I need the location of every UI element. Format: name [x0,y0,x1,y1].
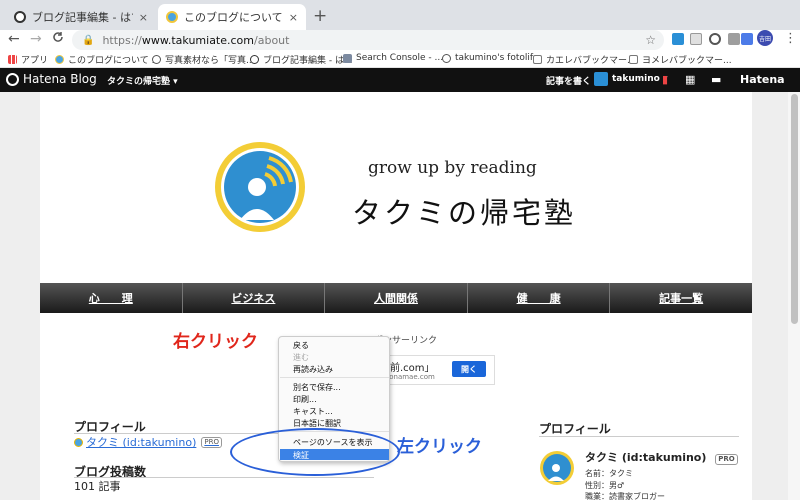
hatena-favicon-icon [250,55,259,64]
reload-icon [53,32,63,42]
nav-item-articles[interactable]: 記事一覧 [610,283,752,313]
tab-about[interactable]: このブログについて - タクミの帰宅塾 × [158,4,306,30]
extension-info-icon[interactable] [709,33,721,45]
menu-item-reload[interactable]: 再読み込み [293,364,333,375]
reload-button[interactable] [52,31,64,47]
hatena-logo-icon [6,72,19,86]
extension-hatena-icon[interactable] [690,33,702,45]
tab-strip: ブログ記事編集 - はてなブログ × このブログについて - タクミの帰宅塾 ×… [0,0,800,30]
extension-translate-icon[interactable] [741,33,753,45]
profile-line: 性別：男♂ [585,481,625,490]
left-click-annotation: 左クリック [397,437,482,457]
bookmark-apps[interactable]: アプリ [8,53,48,66]
bookmark-star-icon[interactable]: ☆ [645,33,656,47]
profile-avatar[interactable]: 吉田 [757,30,773,46]
bookmark-fotolife[interactable]: takumino's fotolife [442,53,539,63]
menu-item-cast[interactable]: キャスト... [293,406,333,417]
user-icon [74,437,83,447]
profile-line: 職業：読書家ブロガー [585,492,665,501]
right-click-annotation: 右クリック [173,332,258,352]
ad-open-button[interactable]: 開く [452,361,486,377]
menu-item-save-as[interactable]: 別名で保存... [293,382,341,393]
tab-title: ブログ記事編集 - はてなブログ [32,11,133,24]
global-nav: 心 理 ビジネス 人間関係 健 康 記事一覧 [40,283,752,313]
bookmark-icon[interactable]: ▮ [662,73,668,86]
pro-badge: PRO [201,436,222,448]
nav-item-health[interactable]: 健 康 [468,283,611,313]
back-button[interactable]: ← [8,31,20,47]
bookmark-search-console[interactable]: Search Console - ... [343,53,443,63]
pro-badge: PRO [715,454,738,465]
profile-name-link[interactable]: タクミ (id:takumino) PRO [74,434,222,450]
hatena-blog-logo[interactable]: Hatena Blog [6,72,97,86]
menu-item-forward[interactable]: 進む [293,352,309,363]
fotolife-icon [442,53,451,63]
write-article-button[interactable]: 記事を書く [546,74,591,87]
nav-item-psychology[interactable]: 心 理 [40,283,183,313]
apps-grid-icon [8,55,17,64]
site-title[interactable]: タクミの帰宅塾 [352,190,576,232]
profile-line: 名前：タクミ [585,469,633,478]
post-count: 101 記事 [74,480,121,493]
blog-logo-icon [215,142,305,232]
extension-save-icon[interactable] [672,33,684,45]
hatena-global-header: Hatena Blog タクミの帰宅塾 ▾ 記事を書く takumino ▾ ▮… [0,68,800,92]
tab-title: このブログについて - タクミの帰宅塾 [184,11,283,24]
site-tagline: grow up by reading [368,158,537,178]
bookmark-photo[interactable]: 写真素材なら「写真... [152,53,255,66]
menu-item-print[interactable]: 印刷... [293,394,317,405]
nav-item-relationships[interactable]: 人間関係 [325,283,468,313]
bookmark-blog-edit[interactable]: ブログ記事編集 - は... [250,53,353,66]
camera-icon [152,55,161,64]
scrollbar-thumb[interactable] [791,94,798,324]
page-icon [533,55,542,64]
page-icon [629,55,638,64]
nav-item-business[interactable]: ビジネス [183,283,326,313]
lock-icon: 🔒 [82,34,95,46]
blog-switcher[interactable]: タクミの帰宅塾 ▾ [107,74,178,87]
search-console-icon [343,53,352,63]
user-avatar [594,72,608,86]
sidebar-avatar[interactable] [539,450,575,486]
divider [539,436,739,437]
hatena-brand[interactable]: Hatena [740,73,785,86]
blog-favicon-icon [166,11,178,23]
chrome-menu-icon[interactable]: ⋮ [784,31,797,46]
close-icon[interactable]: × [289,11,298,24]
sidebar-profile-name[interactable]: タクミ (id:takumino) PRO [585,449,738,465]
bookmark-about[interactable]: このブログについて ... [55,53,160,66]
hatena-favicon-icon [14,11,26,23]
close-icon[interactable]: × [139,11,148,24]
menu-separator [280,377,389,378]
bookmarks-bar: アプリ このブログについて ... 写真素材なら「写真... ブログ記事編集 -… [0,50,800,68]
hatena-favicon-icon [55,55,64,64]
forward-button[interactable]: → [30,31,42,47]
user-menu[interactable]: takumino ▾ [594,72,667,86]
bookmark-kaereba[interactable]: カエレバブックマー... [533,53,636,66]
highlight-ellipse [230,428,400,476]
sidebar-profile-heading: プロフィール [539,422,611,436]
bookmark-yomereba[interactable]: ヨメレバブックマー... [629,53,732,66]
extension-pause-icon[interactable] [728,33,740,45]
new-tab-button[interactable]: + [313,6,327,26]
address-bar[interactable]: 🔒 https:// www.takumiate.com /about ☆ [72,30,664,50]
tab-blog-editor[interactable]: ブログ記事編集 - はてなブログ × [6,4,156,30]
menu-item-back[interactable]: 戻る [293,340,309,351]
notification-icon[interactable]: ▬ [711,73,721,86]
apps-grid-icon[interactable]: ▦ [685,73,695,86]
